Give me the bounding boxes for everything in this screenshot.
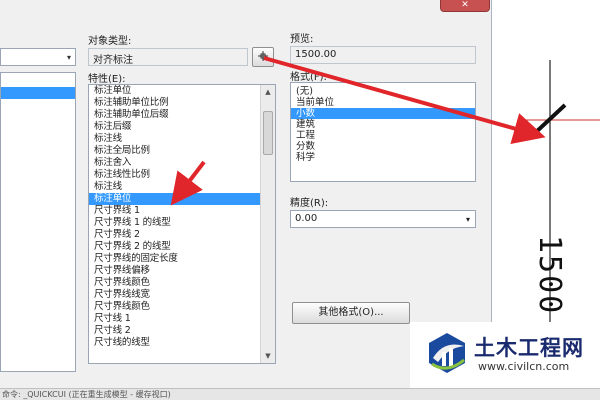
- left-combo[interactable]: ▾: [0, 48, 76, 66]
- dimension-text: 1500: [532, 235, 567, 316]
- watermark: 土木工程网 www.civilcn.com: [410, 322, 600, 388]
- format-label: 格式(F):: [290, 72, 327, 83]
- precision-select[interactable]: 0.00 ▾: [290, 210, 476, 228]
- property-item[interactable]: 标注后缀: [89, 121, 275, 133]
- property-item[interactable]: 标注线性比例: [89, 169, 275, 181]
- left-list[interactable]: [0, 72, 76, 372]
- property-item[interactable]: 尺寸界线颜色: [89, 301, 275, 313]
- preview-field: 1500.00: [290, 46, 476, 64]
- preview-label: 预览:: [290, 34, 314, 45]
- precision-value: 0.00: [295, 213, 318, 224]
- left-list-selected-item[interactable]: [1, 87, 75, 99]
- format-items: (无) 当前单位 小数 建筑 工程 分数 科学: [291, 86, 475, 163]
- property-item[interactable]: 尺寸界线 2: [89, 229, 275, 241]
- watermark-url: www.civilcn.com: [478, 360, 570, 373]
- property-item[interactable]: 标注线: [89, 133, 275, 145]
- pick-object-button[interactable]: [252, 47, 274, 67]
- format-item[interactable]: (无): [291, 86, 475, 97]
- scroll-up-icon[interactable]: ▲: [261, 85, 275, 99]
- property-item[interactable]: 标注线: [89, 181, 275, 193]
- format-item[interactable]: 科学: [291, 152, 475, 163]
- property-item[interactable]: 标注舍入: [89, 157, 275, 169]
- property-item[interactable]: 尺寸界线 1 的线型: [89, 217, 275, 229]
- property-item[interactable]: 标注全局比例: [89, 145, 275, 157]
- property-item[interactable]: 尺寸界线偏移: [89, 265, 275, 277]
- properties-label: 特性(E):: [88, 74, 126, 85]
- format-item[interactable]: 建筑: [291, 119, 475, 130]
- chevron-down-icon: ▾: [66, 53, 71, 62]
- watermark-title: 土木工程网: [474, 336, 584, 360]
- property-item[interactable]: 尺寸界线 2 的线型: [89, 241, 275, 253]
- object-type-label: 对象类型:: [88, 36, 132, 47]
- property-item[interactable]: 尺寸线 1: [89, 313, 275, 325]
- format-item[interactable]: 分数: [291, 141, 475, 152]
- property-item[interactable]: 标注单位: [89, 193, 275, 205]
- format-item[interactable]: 小数: [291, 108, 475, 119]
- scroll-thumb[interactable]: [263, 111, 273, 155]
- property-item[interactable]: 尺寸界线线宽: [89, 289, 275, 301]
- properties-list[interactable]: 标注单位 标注辅助单位比例 标注辅助单位后缀 标注后缀 标注线 标注全局比例 标注舍入 标注线…: [88, 84, 276, 364]
- format-item[interactable]: 工程: [291, 130, 475, 141]
- object-type-field: 对齐标注: [88, 48, 248, 66]
- format-item[interactable]: 当前单位: [291, 97, 475, 108]
- civilcn-logo-icon: [429, 333, 465, 373]
- property-item[interactable]: 尺寸界线的固定长度: [89, 253, 275, 265]
- other-format-button[interactable]: 其他格式(O)...: [292, 302, 410, 324]
- scroll-down-icon[interactable]: ▼: [261, 349, 275, 363]
- property-item[interactable]: 标注辅助单位后缀: [89, 109, 275, 121]
- property-item[interactable]: 尺寸界线颜色: [89, 277, 275, 289]
- property-item[interactable]: 标注单位: [89, 85, 275, 97]
- status-bar: 命令: _QUICKCUI (正在重生成模型 - 缓存视口): [0, 388, 600, 400]
- property-item[interactable]: 尺寸线 2: [89, 325, 275, 337]
- pick-cursor-icon: [258, 51, 268, 61]
- property-item[interactable]: 标注辅助单位比例: [89, 97, 275, 109]
- properties-scrollbar[interactable]: ▲ ▼: [260, 85, 275, 363]
- close-button[interactable]: ✕: [440, 0, 490, 12]
- precision-label: 精度(R):: [290, 198, 329, 209]
- property-item[interactable]: 尺寸线的线型: [89, 337, 275, 349]
- format-list[interactable]: (无) 当前单位 小数 建筑 工程 分数 科学: [290, 82, 476, 182]
- chevron-down-icon: ▾: [465, 215, 470, 224]
- property-item[interactable]: 尺寸界线 1: [89, 205, 275, 217]
- properties-items: 标注单位 标注辅助单位比例 标注辅助单位后缀 标注后缀 标注线 标注全局比例 标注舍入 标注线…: [89, 85, 275, 349]
